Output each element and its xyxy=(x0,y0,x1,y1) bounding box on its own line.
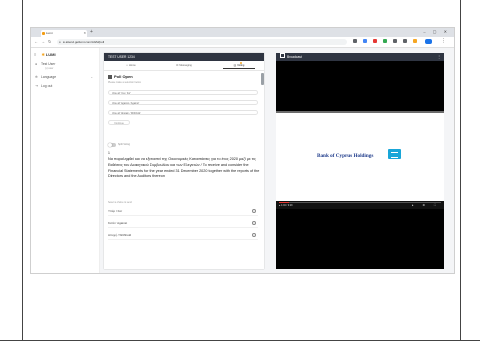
broadcast-title: Broadcast xyxy=(287,55,302,59)
close-tab-icon[interactable]: ✕ xyxy=(83,30,86,37)
option-for-label: Υπέρ / For xyxy=(108,209,123,213)
tab-messaging[interactable]: ✉Messaging xyxy=(159,62,209,69)
extension-icon[interactable] xyxy=(393,39,397,43)
home-icon: ⌂ xyxy=(126,64,128,67)
active-tab-indicator xyxy=(223,68,255,69)
chevron-down-icon[interactable]: ⌄ xyxy=(90,75,93,79)
poll-tabs: ⌂Home ✉Messaging ▥Voting xyxy=(104,61,264,71)
hamburger-icon[interactable]: ≡ xyxy=(34,52,36,57)
vote-all-abstain-button[interactable]: Vote all 'Abstain / Withhold' xyxy=(108,110,258,115)
sidebar-item-logout[interactable]: ⇥ Log out xyxy=(35,84,52,88)
extension-icons xyxy=(353,39,417,43)
poll-panel: TEST USER 1234 ⌂Home ✉Messaging ▥Voting … xyxy=(104,53,264,269)
sidebar-logout-label: Log out xyxy=(41,84,53,88)
presentation-slide: Bank of Cyprus Holdings xyxy=(276,113,444,201)
scrollbar-thumb[interactable] xyxy=(261,73,264,85)
frame-border-left xyxy=(22,0,23,341)
split-voting-toggle[interactable] xyxy=(108,143,116,147)
question-text: Να παραληφθεί και να εξεταστεί της Οικον… xyxy=(108,157,260,179)
radio-icon[interactable] xyxy=(252,209,256,213)
sidebar-item-user[interactable]: ● Test User xyxy=(35,62,55,66)
vote-icon: ▥ xyxy=(233,64,237,67)
extension-icon[interactable] xyxy=(383,39,387,43)
browser-menu-icon[interactable]: ⋮ xyxy=(441,38,446,44)
brand: ≡ ✱LUMI xyxy=(34,52,56,57)
poll-description: Please make a selection below xyxy=(108,81,141,84)
new-tab-button[interactable]: + xyxy=(90,29,93,35)
video-area-bottom xyxy=(276,209,444,269)
tab-home[interactable]: ⌂Home xyxy=(106,62,156,69)
continue-button[interactable]: Continue xyxy=(108,120,130,125)
extension-icon[interactable] xyxy=(403,39,407,43)
sidebar: ≡ ✱LUMI ● Test User (•) user ⊕ Language ⌄ … xyxy=(31,48,100,273)
browser-tab[interactable]: Lumi ✕ xyxy=(41,30,87,37)
option-withhold-label: Αποχή / Withhold xyxy=(108,233,132,237)
chat-icon: ✉ xyxy=(176,64,179,67)
poll-body: Poll Open Please make a selection below … xyxy=(104,71,264,269)
sidebar-user-label: Test User xyxy=(41,62,56,66)
radio-icon[interactable] xyxy=(252,233,256,237)
frame-border-bottom xyxy=(0,340,480,341)
brand-name: LUMI xyxy=(45,52,56,57)
sidebar-user-sub: (•) user xyxy=(45,67,54,70)
profile-button[interactable] xyxy=(425,39,432,44)
browser-toolbar: ← → ↻ ● ● attend.getlumi.com/AGM/poll ⋮ xyxy=(31,37,454,48)
extension-icon[interactable] xyxy=(373,39,377,43)
vote-all-for-button[interactable]: Vote all 'Yes / For' xyxy=(108,90,258,95)
video-area-top xyxy=(276,61,444,111)
slide-company-name: Bank of Cyprus Holdings xyxy=(317,153,374,159)
favicon-icon xyxy=(42,32,45,35)
split-voting-label: Split Voting xyxy=(118,143,130,146)
video-controls: ● 1:04 / 9:29 ▸ ⚙ ⛶ xyxy=(276,201,444,209)
option-against[interactable]: Κατά / Against xyxy=(108,219,258,228)
broadcast-menu-icon[interactable]: ⋮ xyxy=(437,53,441,61)
broadcast-panel: Broadcast ⋮ Bank of Cyprus Holdings ● 1:… xyxy=(276,53,444,269)
reload-icon[interactable]: ↻ xyxy=(48,39,51,44)
poll-panel-header: TEST USER 1234 xyxy=(104,53,264,61)
poll-title: Poll Open xyxy=(108,74,133,79)
lock-icon: ● xyxy=(59,40,61,44)
frame-border-right xyxy=(460,0,461,341)
broadcast-icon xyxy=(280,53,285,58)
company-logo xyxy=(388,149,401,159)
tab-strip: Lumi ✕ + – ▢ ✕ xyxy=(31,28,454,37)
option-withhold[interactable]: Αποχή / Withhold xyxy=(108,231,258,240)
address-bar[interactable]: ● ● attend.getlumi.com/AGM/poll xyxy=(57,39,347,45)
vote-all-against-button[interactable]: Vote all 'Against / Against' xyxy=(108,100,258,105)
option-for[interactable]: Υπέρ / For xyxy=(108,207,258,216)
sidebar-language-label: Language xyxy=(41,75,57,79)
page-content: ≡ ✱LUMI ● Test User (•) user ⊕ Language ⌄ … xyxy=(31,48,454,273)
poll-icon xyxy=(108,74,112,79)
tab-title: Lumi xyxy=(46,31,53,35)
url-text: ● attend.getlumi.com/AGM/poll xyxy=(63,40,105,44)
tab-voting-label: Voting xyxy=(237,64,245,67)
browser-window: Lumi ✕ + – ▢ ✕ ← → ↻ ● ● attend.getlumi.… xyxy=(31,28,454,273)
forward-icon[interactable]: → xyxy=(41,39,45,44)
notification-badge xyxy=(240,62,242,64)
question-number: 1 xyxy=(108,151,110,155)
option-against-label: Κατά / Against xyxy=(108,221,128,225)
poll-title-text: Poll Open xyxy=(114,74,133,79)
window-controls[interactable]: – ▢ ✕ xyxy=(423,29,450,34)
extension-icon[interactable] xyxy=(363,39,367,43)
broadcast-header: Broadcast ⋮ xyxy=(276,53,444,61)
choose-label: Select a choice to send xyxy=(108,202,132,204)
tab-messaging-label: Messaging xyxy=(179,64,192,67)
back-icon[interactable]: ← xyxy=(34,39,38,44)
sidebar-item-language[interactable]: ⊕ Language xyxy=(35,75,56,79)
lumi-logo-icon: ✱ xyxy=(41,52,45,57)
player-control-icons[interactable]: ▸ ⚙ ⛶ xyxy=(412,203,440,207)
radio-icon[interactable] xyxy=(252,221,256,225)
video-time: ● 1:04 / 9:29 xyxy=(279,204,293,207)
video-progress-fill xyxy=(279,202,289,203)
extension-icon[interactable] xyxy=(353,39,357,43)
extension-icon[interactable] xyxy=(413,39,417,43)
tab-home-label: Home xyxy=(128,64,136,67)
